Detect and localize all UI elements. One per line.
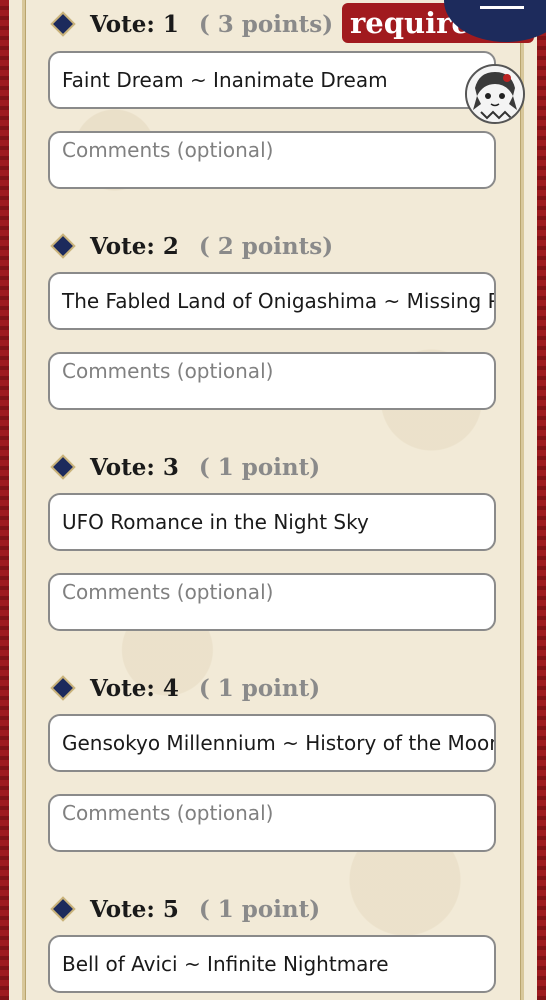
vote-4-comment-field[interactable]: Comments (optional) xyxy=(48,794,496,852)
vote-2-song-input[interactable]: The Fabled Land of Onigashima ~ Missing … xyxy=(48,272,496,330)
vote-3-label: Vote: 3 xyxy=(90,453,179,481)
vote-1-comment-field[interactable]: Comments (optional) xyxy=(48,131,496,189)
vote-1-song-input[interactable]: Faint Dream ~ Inanimate Dream xyxy=(48,51,496,109)
vote-3-song-value: UFO Romance in the Night Sky xyxy=(62,510,369,534)
vote-1-label: Vote: 1 xyxy=(90,10,179,38)
vote-4-header: Vote: 4 ( 1 point) xyxy=(52,668,320,708)
vote-5-song-input[interactable]: Bell of Avici ~ Infinite Nightmare xyxy=(48,935,496,993)
comment-placeholder: Comments (optional) xyxy=(62,580,274,604)
vote-5-label: Vote: 5 xyxy=(90,895,179,923)
diamond-icon xyxy=(53,899,73,919)
vote-4-points: ( 1 point) xyxy=(198,674,321,702)
vote-1-header: Vote: 1 ( 3 points) xyxy=(52,4,333,44)
vote-4-label: Vote: 4 xyxy=(90,674,179,702)
vote-5-points: ( 1 point) xyxy=(198,895,321,923)
panel-inner-line-left xyxy=(22,0,26,1000)
diamond-icon xyxy=(53,236,73,256)
comment-placeholder: Comments (optional) xyxy=(62,801,274,825)
vote-1-song-value: Faint Dream ~ Inanimate Dream xyxy=(62,68,388,92)
diamond-icon xyxy=(53,678,73,698)
left-ornamental-border xyxy=(0,0,9,1000)
vote-2-label: Vote: 2 xyxy=(90,232,179,260)
vote-3-points: ( 1 point) xyxy=(198,453,321,481)
comment-placeholder: Comments (optional) xyxy=(62,138,274,162)
vote-3-comment-field[interactable]: Comments (optional) xyxy=(48,573,496,631)
vote-5-song-value: Bell of Avici ~ Infinite Nightmare xyxy=(62,952,389,976)
diamond-icon xyxy=(53,457,73,477)
comment-placeholder: Comments (optional) xyxy=(62,359,274,383)
vote-2-header: Vote: 2 ( 2 points) xyxy=(52,226,333,266)
vote-2-comment-field[interactable]: Comments (optional) xyxy=(48,352,496,410)
vote-2-song-value: The Fabled Land of Onigashima ~ Missing … xyxy=(62,289,494,313)
vote-5-header: Vote: 5 ( 1 point) xyxy=(52,889,320,929)
hamburger-menu-icon xyxy=(480,6,524,9)
panel-inner-line-right xyxy=(520,0,524,1000)
vote-4-song-value: Gensokyo Millennium ~ History of the Moo… xyxy=(62,731,496,755)
diamond-icon xyxy=(53,14,73,34)
vote-3-header: Vote: 3 ( 1 point) xyxy=(52,447,320,487)
right-ornamental-border xyxy=(537,0,546,1000)
vote-1-points: ( 3 points) xyxy=(198,10,334,38)
avatar-image xyxy=(467,66,523,122)
vote-4-song-input[interactable]: Gensokyo Millennium ~ History of the Moo… xyxy=(48,714,496,772)
vote-2-points: ( 2 points) xyxy=(198,232,334,260)
character-avatar[interactable] xyxy=(465,64,525,124)
vote-3-song-input[interactable]: UFO Romance in the Night Sky xyxy=(48,493,496,551)
